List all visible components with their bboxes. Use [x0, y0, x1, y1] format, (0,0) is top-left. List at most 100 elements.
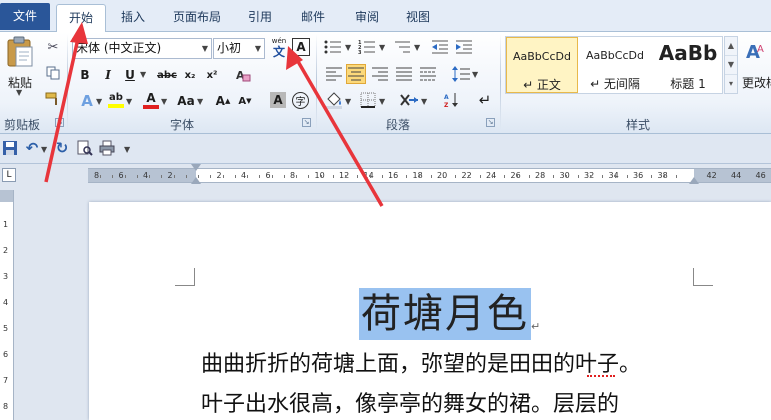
superscript-button[interactable]: x²: [203, 66, 221, 84]
customize-qat-dropdown-arrow[interactable]: ▼: [124, 145, 130, 154]
copy-icon[interactable]: [44, 64, 62, 82]
justify-icon[interactable]: [394, 64, 414, 84]
font-color-bar: [143, 105, 159, 109]
paragraph-dialog-launcher[interactable]: ↘: [486, 118, 495, 127]
character-border-button[interactable]: A: [292, 38, 310, 56]
styles-scroll[interactable]: ▲ ▼ ▾: [724, 36, 738, 94]
grow-font-button[interactable]: A ▲: [214, 92, 232, 110]
save-icon[interactable]: [2, 140, 18, 156]
multilevel-list-dropdown-arrow[interactable]: ▼: [414, 43, 420, 52]
font-dialog-launcher[interactable]: ↘: [302, 118, 311, 127]
font-size-combo[interactable]: 小初 ▼: [213, 38, 265, 59]
font-size-value: 小初: [217, 41, 242, 55]
chinese-layout-dropdown-arrow[interactable]: ▼: [421, 97, 427, 106]
enclose-characters-button[interactable]: 字: [292, 92, 309, 109]
tab-page-layout[interactable]: 页面布局: [164, 4, 230, 32]
bullets-icon[interactable]: [322, 38, 344, 56]
document-line[interactable]: 叶子出水很高，像亭亭的舞女的裙。层层的: [201, 386, 619, 418]
style-name: 标题 1: [670, 77, 706, 91]
strikethrough-button[interactable]: abc: [156, 66, 178, 84]
more-icon[interactable]: ▾: [725, 75, 737, 94]
show-hide-marks-icon[interactable]: ↵: [476, 90, 494, 110]
phonetic-guide-button[interactable]: wén 文: [268, 36, 290, 60]
style-no-spacing[interactable]: AaBbCcDd ↵ 无间隔: [579, 37, 651, 93]
vruler-tick-label: 7: [3, 376, 9, 385]
tab-mailings[interactable]: 邮件: [290, 4, 336, 32]
group-label-paragraph: 段落: [386, 118, 411, 132]
tab-insert[interactable]: 插入: [110, 4, 156, 32]
style-normal[interactable]: AaBbCcDd ↵ 正文: [506, 37, 578, 93]
style-sample: AaBbCcDd: [586, 49, 644, 62]
format-painter-icon[interactable]: [44, 90, 62, 108]
character-shading-button[interactable]: A: [270, 92, 286, 108]
tab-selector[interactable]: L: [2, 168, 16, 182]
svg-text:3: 3: [358, 50, 362, 54]
style-heading-1[interactable]: AaBb 标题 1: [652, 37, 724, 93]
tab-view[interactable]: 视图: [398, 4, 438, 32]
sort-icon[interactable]: AZ: [442, 90, 462, 110]
text-effects-button[interactable]: A: [78, 92, 96, 110]
decrease-indent-icon[interactable]: [430, 38, 450, 56]
right-indent-marker[interactable]: [689, 177, 699, 184]
text-effects-dropdown-arrow[interactable]: ▼: [96, 97, 102, 106]
vertical-ruler[interactable]: 1 2 3 4 5 6 7 8: [0, 190, 14, 420]
font-color-button[interactable]: A: [142, 90, 160, 110]
line-spacing-icon[interactable]: [450, 64, 472, 84]
tab-file[interactable]: 文件: [0, 3, 50, 30]
redo-icon[interactable]: ↻: [54, 139, 70, 157]
increase-indent-icon[interactable]: [454, 38, 474, 56]
tab-references[interactable]: 引用: [238, 4, 282, 32]
document-line[interactable]: 曲曲折折的荷塘上面，弥望的是田田的叶子。: [201, 346, 641, 378]
chinese-layout-icon[interactable]: [398, 90, 420, 110]
align-right-icon[interactable]: [370, 64, 390, 84]
clear-formatting-icon[interactable]: A: [234, 66, 252, 84]
ruler-tick-label: 38: [657, 171, 668, 180]
font-color-dropdown-arrow[interactable]: ▼: [161, 97, 167, 106]
tab-review[interactable]: 审阅: [344, 4, 390, 32]
first-line-indent-marker[interactable]: [191, 164, 201, 171]
print-preview-icon[interactable]: [76, 139, 94, 157]
ruler-minor-tick: [369, 175, 371, 178]
undo-dropdown-arrow[interactable]: ▼: [41, 145, 47, 154]
shading-dropdown-arrow[interactable]: ▼: [345, 97, 351, 106]
bold-button[interactable]: B: [76, 66, 94, 84]
ruler-minor-tick: [210, 175, 212, 178]
quick-print-icon[interactable]: [98, 139, 116, 157]
document-title[interactable]: 荷塘月色: [359, 288, 531, 340]
change-styles-button[interactable]: A A 更改样: [742, 38, 771, 96]
multilevel-list-icon[interactable]: [391, 38, 413, 56]
borders-dropdown-arrow[interactable]: ▼: [379, 97, 385, 106]
shrink-font-button[interactable]: A ▼: [236, 92, 254, 110]
svg-text:A: A: [444, 94, 449, 101]
ruler-tick-label: 4: [241, 171, 247, 180]
chevron-up-icon[interactable]: ▲: [725, 37, 737, 56]
clipboard-dialog-launcher[interactable]: ↘: [55, 118, 64, 127]
borders-icon[interactable]: [358, 90, 378, 110]
change-case-button[interactable]: Aa: [176, 92, 196, 110]
tab-home[interactable]: 开始: [56, 4, 106, 33]
align-center-icon[interactable]: [346, 64, 366, 84]
line-spacing-dropdown-arrow[interactable]: ▼: [472, 70, 478, 79]
document-page[interactable]: 荷塘月色 ↵ 曲曲折折的荷塘上面，弥望的是田田的叶子。 叶子出水很高，像亭亭的舞…: [89, 202, 771, 420]
italic-button[interactable]: I: [99, 66, 117, 84]
change-case-dropdown-arrow[interactable]: ▼: [197, 97, 203, 106]
chevron-down-icon[interactable]: ▼: [725, 56, 737, 75]
cut-icon[interactable]: ✂: [44, 38, 62, 56]
ruler-tick-label: 44: [731, 171, 742, 180]
numbering-icon[interactable]: 123: [356, 38, 378, 56]
shading-icon[interactable]: [324, 90, 344, 110]
ruler-tick-label: 12: [339, 171, 350, 180]
subscript-button[interactable]: x₂: [181, 66, 199, 84]
paste-button[interactable]: 粘贴 ▼: [4, 36, 36, 97]
bullets-dropdown-arrow[interactable]: ▼: [345, 43, 351, 52]
underline-button[interactable]: U: [121, 66, 139, 84]
left-indent-marker[interactable]: [191, 177, 201, 184]
distributed-icon[interactable]: [418, 64, 438, 84]
highlight-dropdown-arrow[interactable]: ▼: [126, 97, 132, 106]
align-left-icon[interactable]: [324, 64, 344, 84]
undo-icon[interactable]: ↶: [24, 139, 40, 157]
numbering-dropdown-arrow[interactable]: ▼: [379, 43, 385, 52]
highlight-button[interactable]: ab: [106, 90, 126, 110]
underline-dropdown-arrow[interactable]: ▼: [140, 70, 146, 79]
font-name-combo[interactable]: 宋体 (中文正文) ▼: [72, 38, 212, 59]
